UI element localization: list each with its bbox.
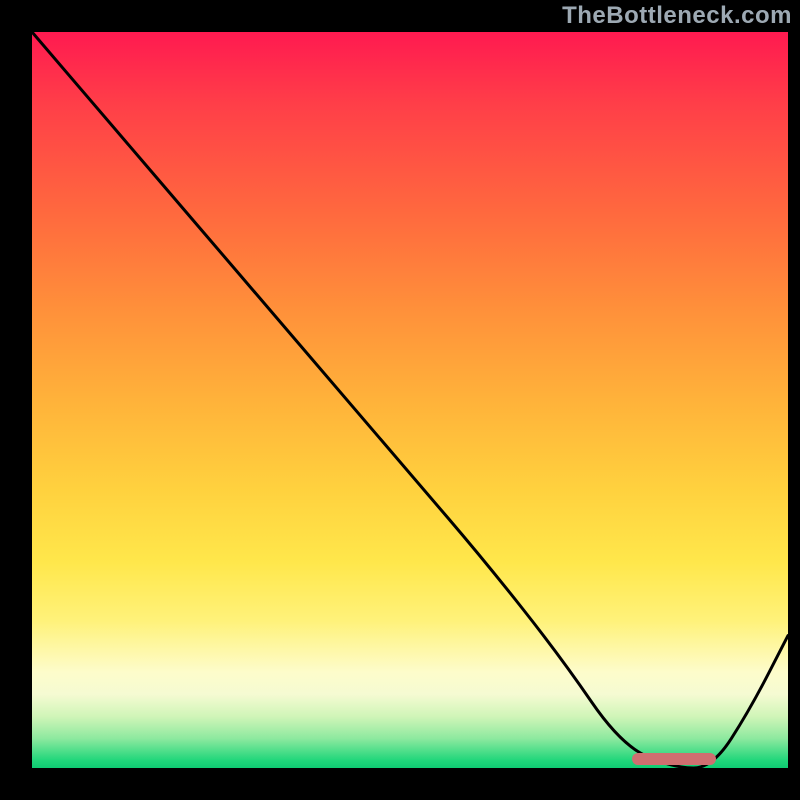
watermark-text: TheBottleneck.com — [562, 2, 792, 30]
optimal-range-marker — [632, 753, 716, 765]
plot-area — [30, 30, 790, 770]
bottleneck-curve — [32, 32, 788, 768]
curve-path — [32, 32, 788, 768]
chart-frame: TheBottleneck.com — [0, 0, 800, 800]
